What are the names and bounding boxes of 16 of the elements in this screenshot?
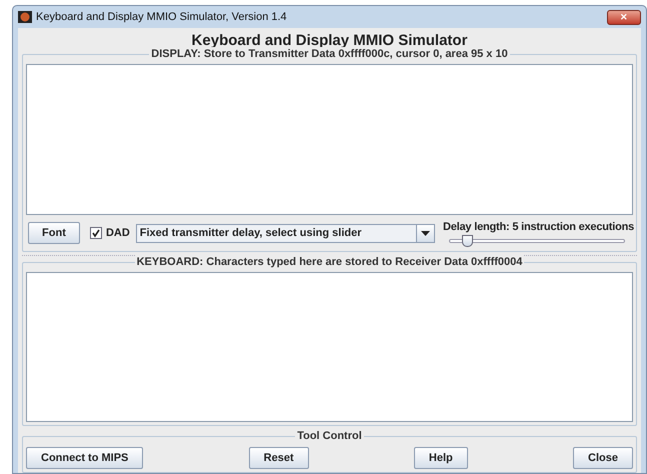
slider-thumb[interactable] <box>462 235 473 248</box>
tool-button[interactable]: Help <box>414 447 468 469</box>
delay-slider[interactable] <box>449 235 625 248</box>
panel-title: KEYBOARD: Characters typed here are stored to Receiver Data 0xffff0004 <box>134 255 524 269</box>
window-title: Keyboard and Display MMIO Simulator, Version 1.4 <box>36 10 287 25</box>
simulator-heading: Keyboard and Display MMIO Simulator <box>192 30 468 49</box>
dad-checkbox[interactable] <box>90 227 102 239</box>
panel-title: DISPLAY: Store to Transmitter Data 0xffff000c, cursor 0, area 95 x 10 <box>149 47 510 61</box>
tool-button[interactable]: Connect to MIPS <box>26 447 144 469</box>
app-icon <box>18 11 32 23</box>
tool-button[interactable]: Reset <box>248 447 309 469</box>
tool-button[interactable]: Close <box>573 447 633 469</box>
delay-mode-dropdown[interactable]: Fixed transmitter delay, select using slider <box>136 224 435 242</box>
dad-label: DAD <box>106 226 130 241</box>
caret-icon <box>421 230 430 236</box>
font-button[interactable]: Font <box>28 222 80 244</box>
